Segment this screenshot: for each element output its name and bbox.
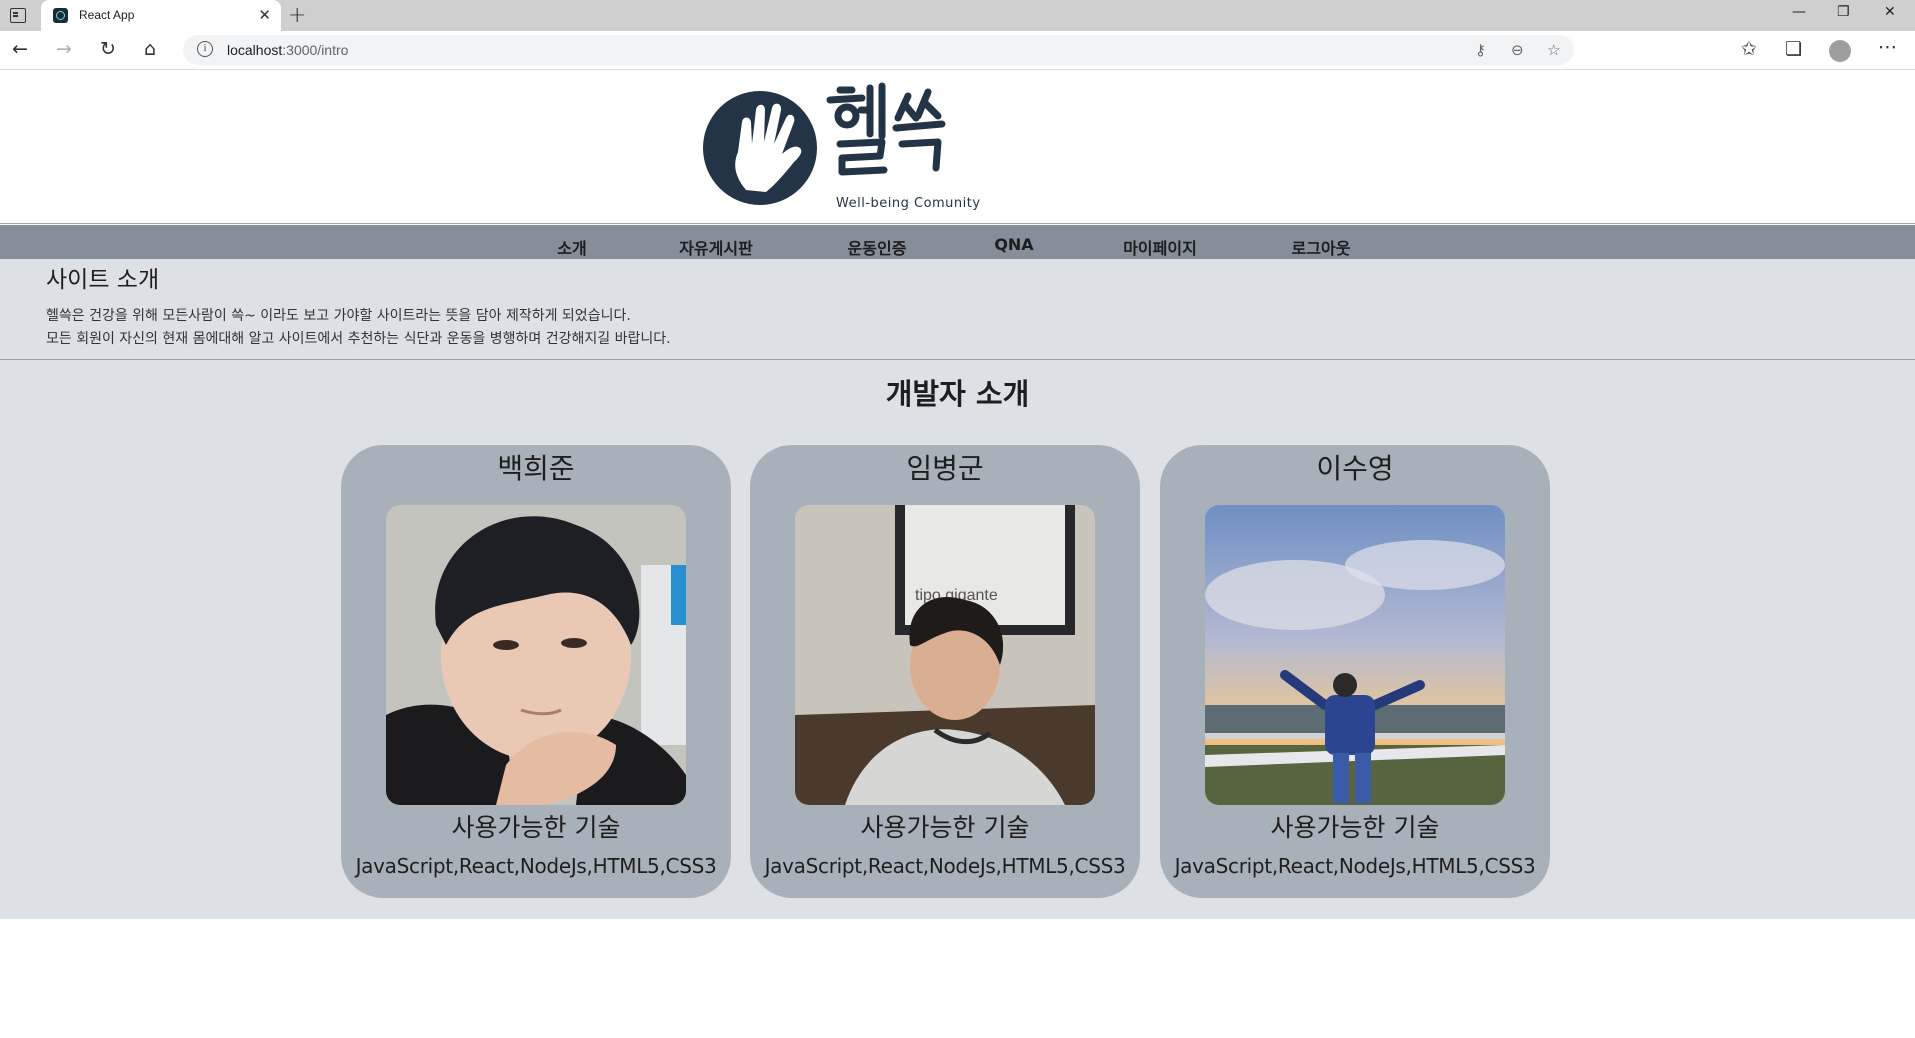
address-toolbar: ← → ↻ ⌂ i localhost:3000/intro ⚷ ⊖ ☆ ✩ ❏… <box>0 31 1915 90</box>
site-logo[interactable] <box>702 82 992 214</box>
new-tab-icon[interactable]: + <box>288 3 306 28</box>
tab-title: React App <box>79 8 135 22</box>
back-icon[interactable]: ← <box>12 39 28 59</box>
nav-item-mypage[interactable]: 마이페이지 <box>1123 235 1197 259</box>
developer-name: 백희준 <box>497 452 575 485</box>
favorites-icon[interactable]: ✩ <box>1741 39 1757 59</box>
nav-item-intro[interactable]: 소개 <box>557 235 586 259</box>
page: Well-being Comunity 소개 자유게시판 운동인증 QNA 마이… <box>0 70 1915 1038</box>
forward-icon[interactable]: → <box>56 39 72 59</box>
profile-avatar[interactable] <box>1829 40 1851 62</box>
site-info-icon[interactable]: i <box>197 41 213 57</box>
reload-icon[interactable]: ↻ <box>100 39 116 59</box>
skills-title: 사용가능한 기술 <box>860 813 1030 842</box>
home-icon[interactable]: ⌂ <box>144 39 156 59</box>
browser-tab[interactable]: React App ✕ <box>41 0 281 31</box>
developer-card: 백희준 사용가능한 기술 JavaScript,React,NodeJs,HTM… <box>341 445 731 898</box>
nav-item-free-board[interactable]: 자유게시판 <box>679 235 753 259</box>
favorite-add-icon[interactable]: ☆ <box>1547 41 1560 59</box>
nav-item-workout-verify[interactable]: 운동인증 <box>848 235 907 259</box>
logo-tagline: Well-being Comunity <box>836 196 981 211</box>
key-icon[interactable]: ⚷ <box>1475 41 1486 59</box>
developer-photo <box>1205 505 1505 805</box>
skills-list: JavaScript,React,NodeJs,HTML5,CSS3 <box>764 854 1126 878</box>
url-text[interactable]: localhost:3000/intro <box>227 42 348 58</box>
intro-text-line-1: 헬쓱은 건강을 위해 모든사람이 쓱~ 이라도 보고 가야할 사이트라는 뜻을 … <box>46 308 631 324</box>
tab-actions-icon[interactable] <box>10 8 26 23</box>
minimize-icon[interactable]: — <box>1792 4 1806 20</box>
intro-text-line-2: 모든 회원이 자신의 현재 몸에대해 알고 사이트에서 추천하는 식단과 운동을… <box>46 331 671 347</box>
address-bar[interactable]: i localhost:3000/intro ⚷ ⊖ ☆ <box>183 35 1574 65</box>
developers-heading: 개발자 소개 <box>885 377 1030 411</box>
close-tab-icon[interactable]: ✕ <box>258 6 271 24</box>
main-content: 사이트 소개 헬쓱은 건강을 위해 모든사람이 쓱~ 이라도 보고 가야할 사이… <box>0 259 1915 919</box>
skills-title: 사용가능한 기술 <box>451 813 621 842</box>
developer-photo <box>386 505 686 805</box>
skills-title: 사용가능한 기술 <box>1270 813 1440 842</box>
react-favicon-icon <box>53 8 68 23</box>
zoom-icon[interactable]: ⊖ <box>1511 41 1524 59</box>
developer-photo: tipo gigante <box>795 505 1095 805</box>
close-window-icon[interactable]: ✕ <box>1884 4 1896 20</box>
nav-item-qna[interactable]: QNA <box>994 235 1033 254</box>
skills-list: JavaScript,React,NodeJs,HTML5,CSS3 <box>1174 854 1536 878</box>
site-header: Well-being Comunity <box>0 70 1915 224</box>
developer-name: 이수영 <box>1316 452 1394 485</box>
main-nav: 소개 자유게시판 운동인증 QNA 마이페이지 로그아웃 <box>0 225 1915 259</box>
developer-card: 임병군 tipo gigante 사용가능한 기술 JavaScript,Rea… <box>750 445 1140 898</box>
browser-tab-strip: React App ✕ + — ❐ ✕ <box>0 0 1915 31</box>
developer-card: 이수영 사용가능한 기술 JavaScript,React,NodeJs,HTM… <box>1160 445 1550 898</box>
section-divider <box>0 359 1915 360</box>
collections-icon[interactable]: ❏ <box>1785 39 1802 59</box>
skills-list: JavaScript,React,NodeJs,HTML5,CSS3 <box>355 854 717 878</box>
restore-icon[interactable]: ❐ <box>1837 4 1850 20</box>
intro-title: 사이트 소개 <box>46 267 160 293</box>
developer-name: 임병군 <box>906 452 984 485</box>
more-menu-icon[interactable]: ⋯ <box>1878 37 1897 57</box>
nav-item-logout[interactable]: 로그아웃 <box>1292 235 1351 259</box>
